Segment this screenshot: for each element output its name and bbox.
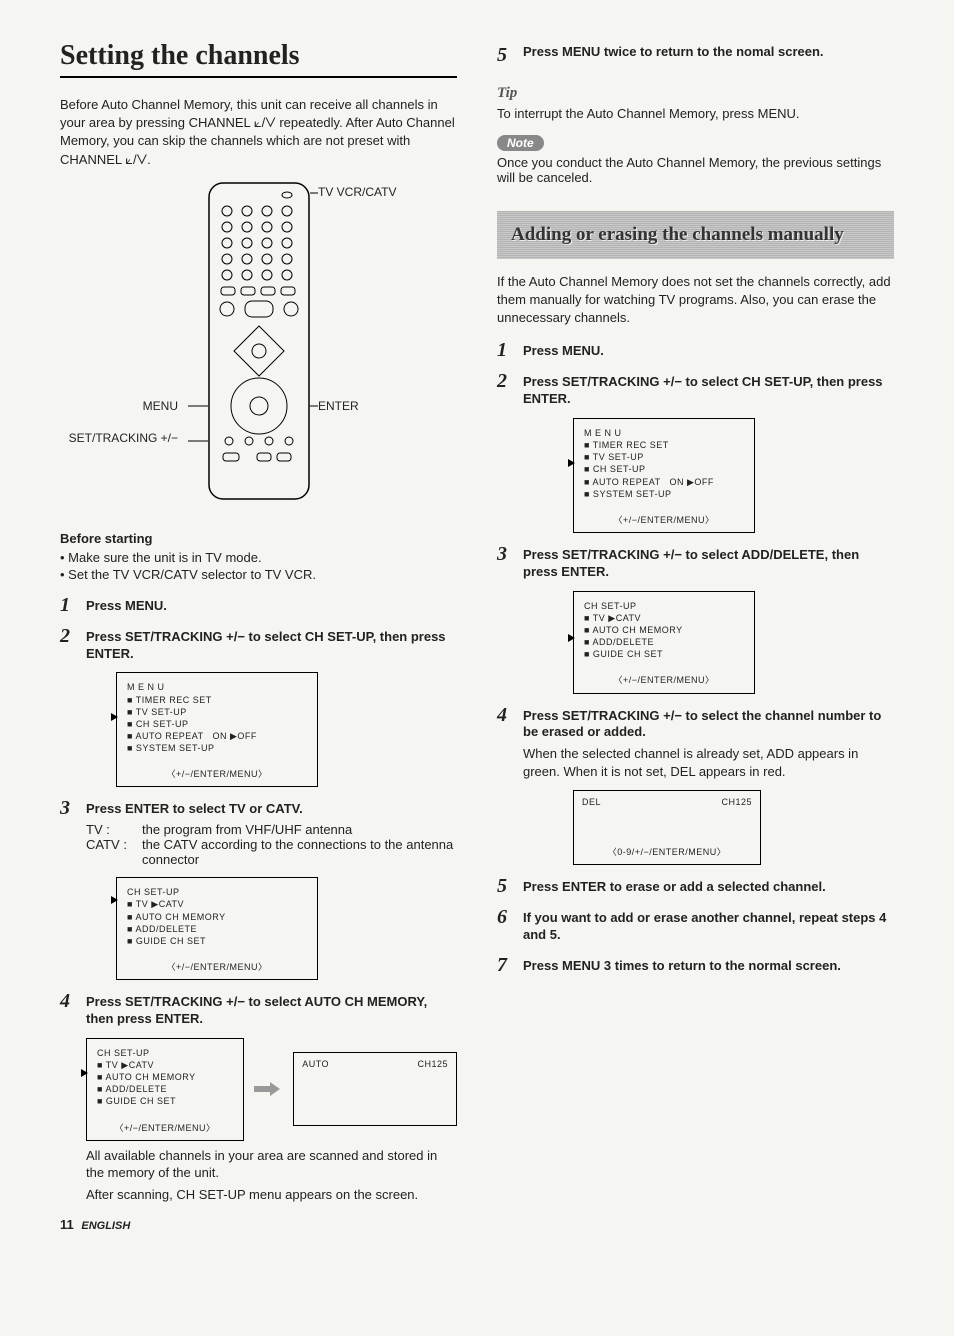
note-text: Once you conduct the Auto Channel Memory… <box>497 155 894 185</box>
step-number: 5 <box>497 44 523 67</box>
step: Press ENTER to erase or add a selected c… <box>497 879 894 896</box>
arrow-icon <box>254 1082 283 1096</box>
step: Press SET/TRACKING +/− to select CH SET-… <box>497 374 894 533</box>
step: Press SET/TRACKING +/− to select AUTO CH… <box>60 994 457 1203</box>
osd-menu: CH SET-UP ■ TV ▶CATV ■ AUTO CH MEMORY ■ … <box>86 1038 244 1141</box>
steps-list-right: Press MENU. Press SET/TRACKING +/− to se… <box>497 343 894 975</box>
step: Press MENU 3 times to return to the norm… <box>497 958 894 975</box>
steps-list-left: Press MENU. Press SET/TRACKING +/− to se… <box>60 598 457 1204</box>
step: Press MENU. <box>497 343 894 360</box>
step: Press SET/TRACKING +/− to select ADD/DEL… <box>497 547 894 694</box>
osd-menu: M E N U ■ TIMER REC SET ■ TV SET-UP ■ CH… <box>116 672 318 787</box>
step: Press SET/TRACKING +/− to select the cha… <box>497 708 894 866</box>
section-intro: If the Auto Channel Memory does not set … <box>497 273 894 328</box>
step: Press ENTER to select TV or CATV. TV :th… <box>60 801 457 980</box>
page-footer: 11 ENGLISH <box>60 1217 457 1232</box>
note-badge: Note <box>497 135 544 151</box>
tip-text: To interrupt the Auto Channel Memory, pr… <box>497 106 894 121</box>
remote-diagram: TV VCR/CATV MENU ENTER SET/TRACKING +/− <box>60 181 457 511</box>
before-item: • Make sure the unit is in TV mode. <box>60 550 457 565</box>
osd-status: AUTO CH125 <box>293 1052 457 1126</box>
left-column: Setting the channels Before Auto Channel… <box>60 40 457 1232</box>
section-heading: Adding or erasing the channels manually <box>497 211 894 259</box>
before-item: • Set the TV VCR/CATV selector to TV VCR… <box>60 567 457 582</box>
step: If you want to add or erase another chan… <box>497 910 894 944</box>
page-title: Setting the channels <box>60 40 457 78</box>
before-starting-heading: Before starting <box>60 531 457 546</box>
osd-status: DEL CH125 〈0-9/+/−/ENTER/MENU〉 <box>573 790 761 865</box>
right-column: 5 Press MENU twice to return to the noma… <box>497 40 894 1232</box>
step: Press SET/TRACKING +/− to select CH SET-… <box>60 629 457 788</box>
osd-menu: CH SET-UP ■ TV ▶CATV ■ AUTO CH MEMORY ■ … <box>116 877 318 980</box>
tip-label: Tip <box>497 85 894 102</box>
osd-menu: CH SET-UP ■ TV ▶CATV ■ AUTO CH MEMORY ■ … <box>573 591 755 694</box>
step: Press MENU. <box>60 598 457 615</box>
intro-text: Before Auto Channel Memory, this unit ca… <box>60 96 457 169</box>
osd-menu: M E N U ■ TIMER REC SET ■ TV SET-UP ■ CH… <box>573 418 755 533</box>
step-title: Press MENU twice to return to the nomal … <box>523 44 894 67</box>
